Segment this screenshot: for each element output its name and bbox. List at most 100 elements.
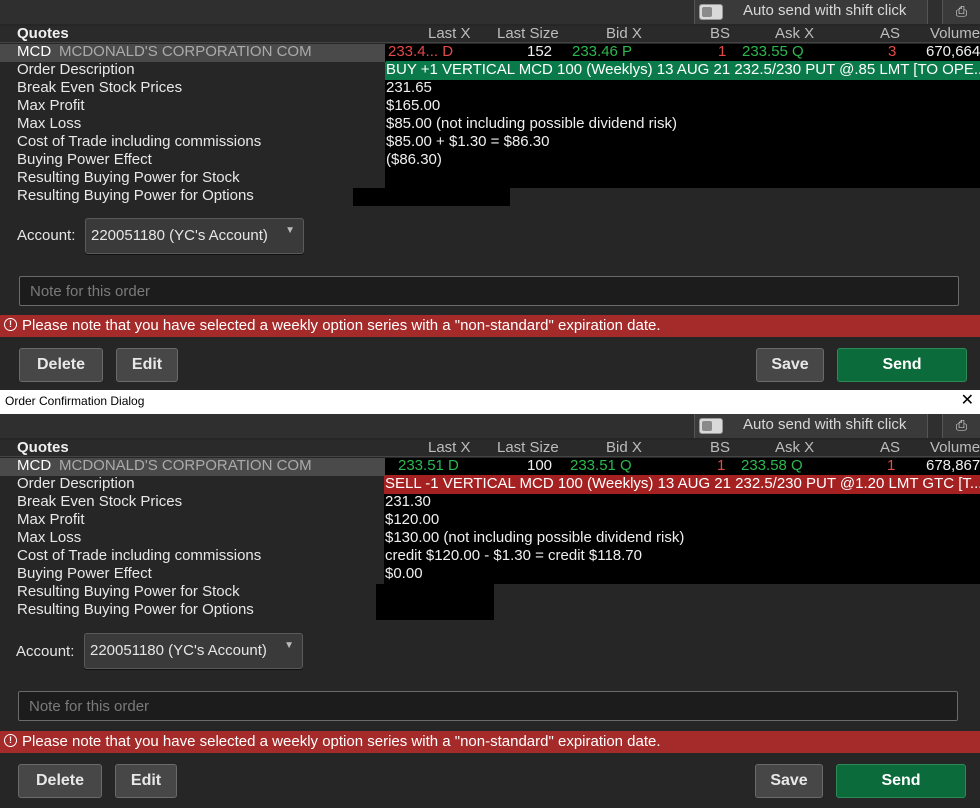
account-label: Account: (16, 643, 75, 660)
quote-description: MCDONALD'S CORPORATION COM (59, 43, 312, 60)
weekly-warning-banner: ! Please note that you have selected a w… (0, 315, 980, 337)
delete-button[interactable]: Delete (19, 348, 103, 382)
save-button[interactable]: Save (756, 348, 824, 382)
max-profit-value: $120.00 (385, 511, 440, 528)
info-circle-icon: ! (4, 734, 17, 747)
col-last-x: Last X (428, 439, 471, 456)
rbp-options-row: Resulting Buying Power for Options (0, 187, 980, 206)
col-last-x: Last X (428, 25, 471, 42)
info-circle-icon: ! (4, 318, 17, 331)
max-loss-value: $130.00 (not including possible dividend… (385, 529, 685, 546)
max-profit-value: $165.00 (386, 97, 441, 114)
note-input[interactable] (19, 692, 957, 720)
cost-of-trade-value: credit $120.00 - $1.30 = credit $118.70 (385, 547, 642, 564)
col-bs: BS (710, 25, 731, 42)
quote-volume: 670,664 (926, 43, 980, 60)
auto-send-toggle[interactable] (699, 418, 723, 434)
rbp-options-label: Resulting Buying Power for Options (17, 601, 254, 618)
break-even-value: 231.30 (385, 493, 431, 510)
buying-power-effect-label: Buying Power Effect (17, 565, 152, 582)
quote-last-x: 233.4... D (388, 43, 454, 60)
buying-power-effect-value: $0.00 (385, 565, 423, 582)
send-button[interactable]: Send (836, 764, 966, 798)
col-volume: Volume (930, 439, 980, 456)
quote-ask-x: 233.55 Q (742, 43, 804, 60)
top-bar: Auto send with shift click ⎙ (0, 0, 980, 24)
close-icon[interactable]: ✕ (961, 391, 974, 411)
edit-button[interactable]: Edit (116, 348, 178, 382)
note-field[interactable] (18, 691, 958, 721)
buying-power-effect-label: Buying Power Effect (17, 151, 152, 168)
order-description-row: Order Description BUY +1 VERTICAL MCD 10… (0, 61, 980, 80)
col-bid-x: Bid X (606, 25, 642, 42)
max-profit-label: Max Profit (17, 97, 85, 114)
quote-row[interactable]: MCD MCDONALD'S CORPORATION COM 233.4... … (0, 43, 980, 62)
quote-bs: 1 (718, 43, 727, 60)
account-select[interactable]: 220051180 (YC's Account) ▼ (84, 633, 303, 669)
max-profit-row: Max Profit $165.00 (0, 97, 980, 116)
note-input[interactable] (20, 277, 958, 305)
auto-send-control: Auto send with shift click (694, 414, 928, 438)
quote-row[interactable]: MCD MCDONALD'S CORPORATION COM 233.51 D … (0, 457, 980, 476)
save-button[interactable]: Save (755, 764, 823, 798)
quote-symbol: MCD (17, 457, 52, 474)
edit-button[interactable]: Edit (115, 764, 177, 798)
buying-power-effect-row: Buying Power Effect ($86.30) (0, 151, 980, 170)
account-value: 220051180 (YC's Account) (90, 642, 267, 659)
break-even-label: Break Even Stock Prices (17, 493, 183, 510)
weekly-warning-banner: ! Please note that you have selected a w… (0, 731, 980, 753)
col-last-size: Last Size (497, 439, 559, 456)
max-loss-row: Max Loss $85.00 (not including possible … (0, 115, 980, 134)
col-last-size: Last Size (497, 25, 559, 42)
quote-volume: 678,867 (926, 457, 980, 474)
window-title: Order Confirmation Dialog (5, 394, 145, 408)
cost-of-trade-label: Cost of Trade including commissions (17, 547, 262, 564)
auto-send-toggle[interactable] (699, 4, 723, 20)
quote-as: 1 (887, 457, 896, 474)
col-quotes: Quotes (17, 439, 69, 456)
quote-last-size: 152 (527, 43, 553, 60)
rbp-stock-label: Resulting Buying Power for Stock (17, 583, 240, 600)
account-label: Account: (17, 227, 76, 244)
quote-bid-x: 233.51 Q (570, 457, 632, 474)
quote-header-row: Quotes Last X Last Size Bid X BS Ask X A… (0, 25, 980, 43)
warning-text: Please note that you have selected a wee… (22, 317, 661, 334)
quote-last-size: 100 (527, 457, 553, 474)
max-profit-label: Max Profit (17, 511, 85, 528)
col-volume: Volume (930, 25, 980, 42)
buying-power-effect-value: ($86.30) (386, 151, 442, 168)
col-as: AS (880, 25, 901, 42)
quote-as: 3 (888, 43, 897, 60)
col-ask-x: Ask X (775, 439, 815, 456)
warning-text: Please note that you have selected a wee… (22, 733, 661, 750)
col-ask-x: Ask X (775, 25, 815, 42)
account-select[interactable]: 220051180 (YC's Account) ▼ (85, 218, 304, 254)
order-description-label: Order Description (17, 475, 135, 492)
order-description-value: BUY +1 VERTICAL MCD 100 (Weeklys) 13 AUG… (386, 61, 980, 78)
delete-button[interactable]: Delete (18, 764, 102, 798)
max-profit-row: Max Profit $120.00 (0, 511, 980, 530)
order-description-row: Order Description SELL -1 VERTICAL MCD 1… (0, 475, 980, 494)
printer-icon[interactable]: ⎙ (942, 414, 980, 438)
order-description-label: Order Description (17, 61, 135, 78)
max-loss-row: Max Loss $130.00 (not including possible… (0, 529, 980, 548)
quote-bid-x: 233.46 P (572, 43, 633, 60)
cost-of-trade-row: Cost of Trade including commissions cred… (0, 547, 980, 566)
break-even-row: Break Even Stock Prices 231.30 (0, 493, 980, 512)
quote-header-row: Quotes Last X Last Size Bid X BS Ask X A… (0, 439, 980, 457)
send-button[interactable]: Send (837, 348, 967, 382)
cost-of-trade-value: $85.00 + $1.30 = $86.30 (386, 133, 550, 150)
printer-icon[interactable]: ⎙ (942, 0, 980, 24)
cost-of-trade-label: Cost of Trade including commissions (17, 133, 262, 150)
rbp-stock-row: Resulting Buying Power for Stock (0, 169, 980, 188)
top-bar: Auto send with shift click ⎙ (0, 414, 980, 438)
quote-ask-x: 233.58 Q (741, 457, 803, 474)
col-bs: BS (710, 439, 731, 456)
quote-last-x: 233.51 D (398, 457, 459, 474)
chevron-down-icon: ▼ (285, 225, 295, 236)
break-even-value: 231.65 (386, 79, 432, 96)
auto-send-label: Auto send with shift click (743, 416, 907, 433)
max-loss-label: Max Loss (17, 529, 82, 546)
note-field[interactable] (19, 276, 959, 306)
cost-of-trade-row: Cost of Trade including commissions $85.… (0, 133, 980, 152)
